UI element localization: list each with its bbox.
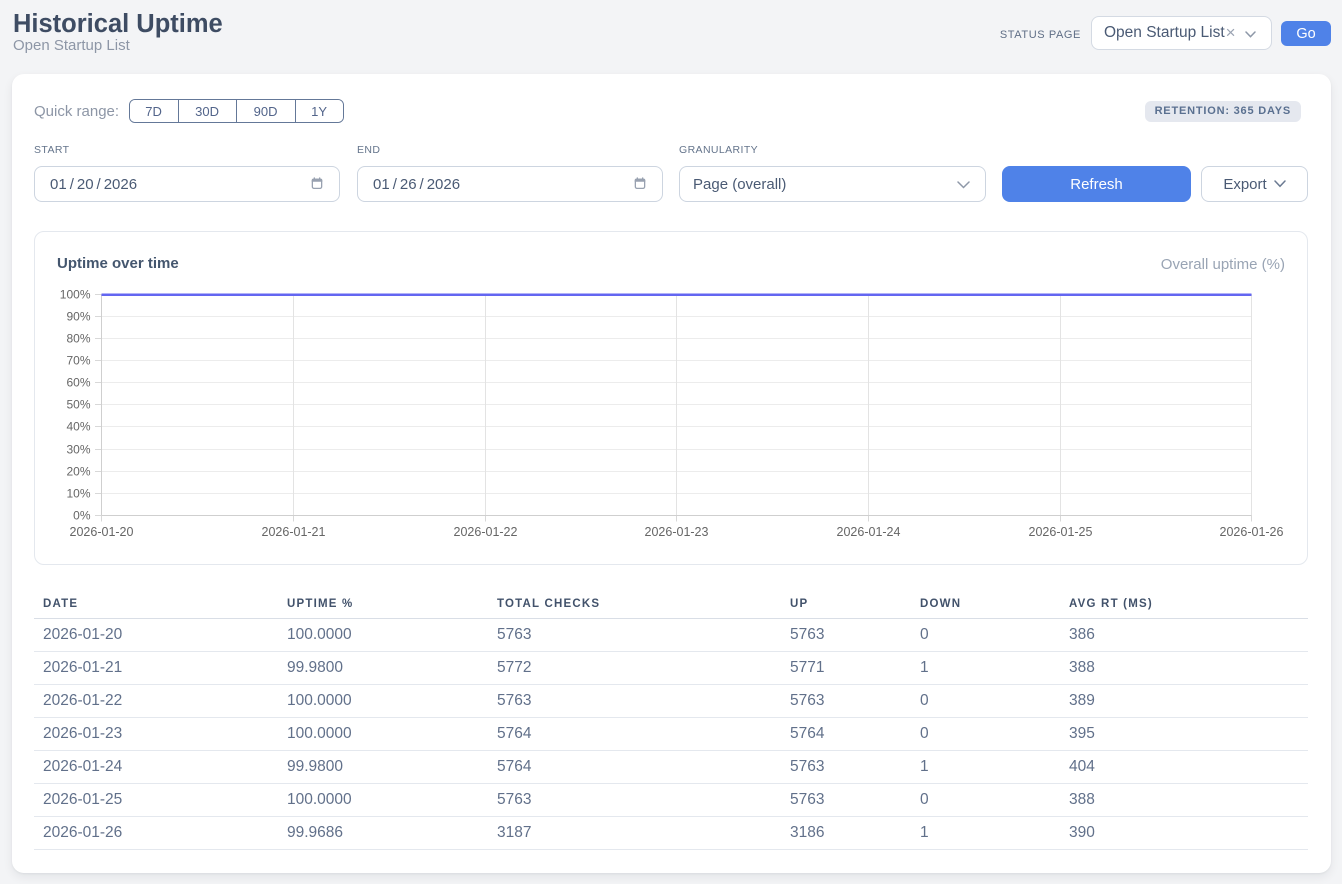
svg-text:50%: 50% <box>66 398 90 412</box>
svg-text:80%: 80% <box>66 332 90 346</box>
svg-text:10%: 10% <box>66 487 90 501</box>
svg-text:2026-01-21: 2026-01-21 <box>262 525 326 539</box>
svg-text:0%: 0% <box>73 509 91 523</box>
svg-text:2026-01-26: 2026-01-26 <box>1220 525 1284 539</box>
svg-text:90%: 90% <box>66 310 90 324</box>
svg-text:2026-01-25: 2026-01-25 <box>1029 525 1093 539</box>
svg-text:40%: 40% <box>66 420 90 434</box>
svg-text:30%: 30% <box>66 443 90 457</box>
svg-text:2026-01-23: 2026-01-23 <box>645 525 709 539</box>
svg-text:2026-01-20: 2026-01-20 <box>70 525 134 539</box>
svg-text:2026-01-24: 2026-01-24 <box>837 525 901 539</box>
svg-text:100%: 100% <box>60 288 91 302</box>
svg-text:60%: 60% <box>66 376 90 390</box>
svg-text:70%: 70% <box>66 354 90 368</box>
svg-text:2026-01-22: 2026-01-22 <box>454 525 518 539</box>
svg-text:20%: 20% <box>66 465 90 479</box>
